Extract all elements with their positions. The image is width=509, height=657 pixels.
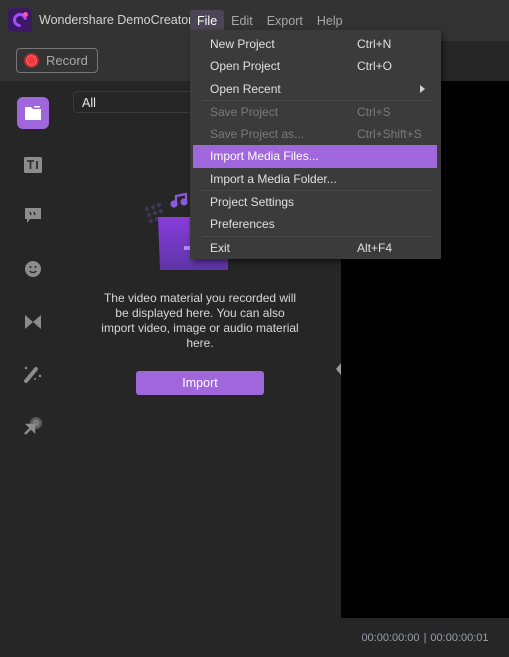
menu-item-save-project[interactable]: Save Project Ctrl+S xyxy=(190,101,441,123)
sticker-face-icon xyxy=(25,261,41,277)
menu-item-shortcut: Ctrl+N xyxy=(357,37,392,51)
menu-item-exit[interactable]: Exit Alt+F4 xyxy=(190,237,441,259)
menu-item-shortcut: Alt+F4 xyxy=(357,240,393,255)
menu-item-import-media-files[interactable]: Import Media Files... xyxy=(193,145,437,168)
sidebar-item-transitions[interactable] xyxy=(17,306,49,338)
sidebar-item-stickers[interactable] xyxy=(17,253,49,285)
menu-item-shortcut: Ctrl+S xyxy=(357,104,391,119)
total-time: 00:00:00:01 xyxy=(430,632,489,644)
menu-item-open-recent[interactable]: Open Recent xyxy=(190,78,441,100)
app-window: Wondershare DemoCreator File Edit Export… xyxy=(0,0,509,657)
menu-item-import-media-folder[interactable]: Import a Media Folder... xyxy=(190,168,441,190)
text-title-icon xyxy=(24,157,42,173)
sidebar-item-cursor-effects[interactable] xyxy=(17,410,49,442)
timecode-display: 00:00:00:00 | 00:00:00:01 xyxy=(341,632,509,644)
menu-item-label: Preferences xyxy=(210,217,275,232)
folder-icon xyxy=(25,106,41,120)
menu-item-label: Save Project as... xyxy=(210,127,305,142)
democreator-logo-icon xyxy=(8,8,32,32)
sidebar-item-annotations[interactable] xyxy=(17,200,49,232)
music-note-icon xyxy=(170,192,188,208)
sidebar-item-effects[interactable] xyxy=(17,358,49,390)
menu-file[interactable]: File xyxy=(190,10,225,32)
file-menu-dropdown: New Project Ctrl+N Open Project Ctrl+O O… xyxy=(190,30,441,259)
menu-item-label: Open Recent xyxy=(210,81,281,96)
preview-footer: 00:00:00:00 | 00:00:00:01 xyxy=(341,618,509,657)
menu-item-shortcut: Ctrl+O xyxy=(357,59,393,74)
menu-item-save-project-as[interactable]: Save Project as... Ctrl+Shift+S xyxy=(190,123,441,145)
menu-item-label: Import a Media Folder... xyxy=(210,171,337,186)
speech-bubble-icon xyxy=(25,208,41,223)
menu-item-new-project[interactable]: New Project Ctrl+N xyxy=(190,33,441,55)
sidebar-item-media[interactable] xyxy=(17,97,49,129)
magic-wand-icon xyxy=(24,366,42,383)
record-button[interactable]: Record xyxy=(16,48,98,73)
bowtie-transition-icon xyxy=(25,315,41,329)
time-separator: | xyxy=(423,632,427,644)
cursor-click-icon xyxy=(24,417,42,435)
menu-item-label: Open Project xyxy=(210,59,281,74)
menu-item-shortcut: Ctrl+Shift+S xyxy=(357,127,422,142)
menu-help[interactable]: Help xyxy=(310,10,350,32)
empty-library-message: The video material you recorded will be … xyxy=(101,291,299,350)
current-time: 00:00:00:00 xyxy=(361,632,420,644)
menu-export[interactable]: Export xyxy=(260,10,310,32)
sidebar-rail xyxy=(0,81,64,657)
menu-item-label: Project Settings xyxy=(210,195,295,210)
menu-edit[interactable]: Edit xyxy=(224,10,260,32)
record-dot-icon xyxy=(24,53,39,68)
submenu-arrow-icon xyxy=(420,84,425,93)
import-button[interactable]: Import xyxy=(136,371,264,395)
record-label: Record xyxy=(46,53,88,68)
app-title: Wondershare DemoCreator xyxy=(39,13,193,27)
menu-item-preferences[interactable]: Preferences xyxy=(190,213,441,235)
menu-item-label: Import Media Files... xyxy=(210,149,319,164)
menu-item-label: Exit xyxy=(210,240,231,255)
sidebar-item-text[interactable] xyxy=(17,149,49,181)
menu-item-open-project[interactable]: Open Project Ctrl+O xyxy=(190,55,441,77)
menu-item-project-settings[interactable]: Project Settings xyxy=(190,191,441,213)
media-filter-value: All xyxy=(82,96,96,110)
menu-bar: File Edit Export Help xyxy=(190,10,350,32)
menu-item-label: New Project xyxy=(210,37,275,51)
menu-item-label: Save Project xyxy=(210,104,279,119)
